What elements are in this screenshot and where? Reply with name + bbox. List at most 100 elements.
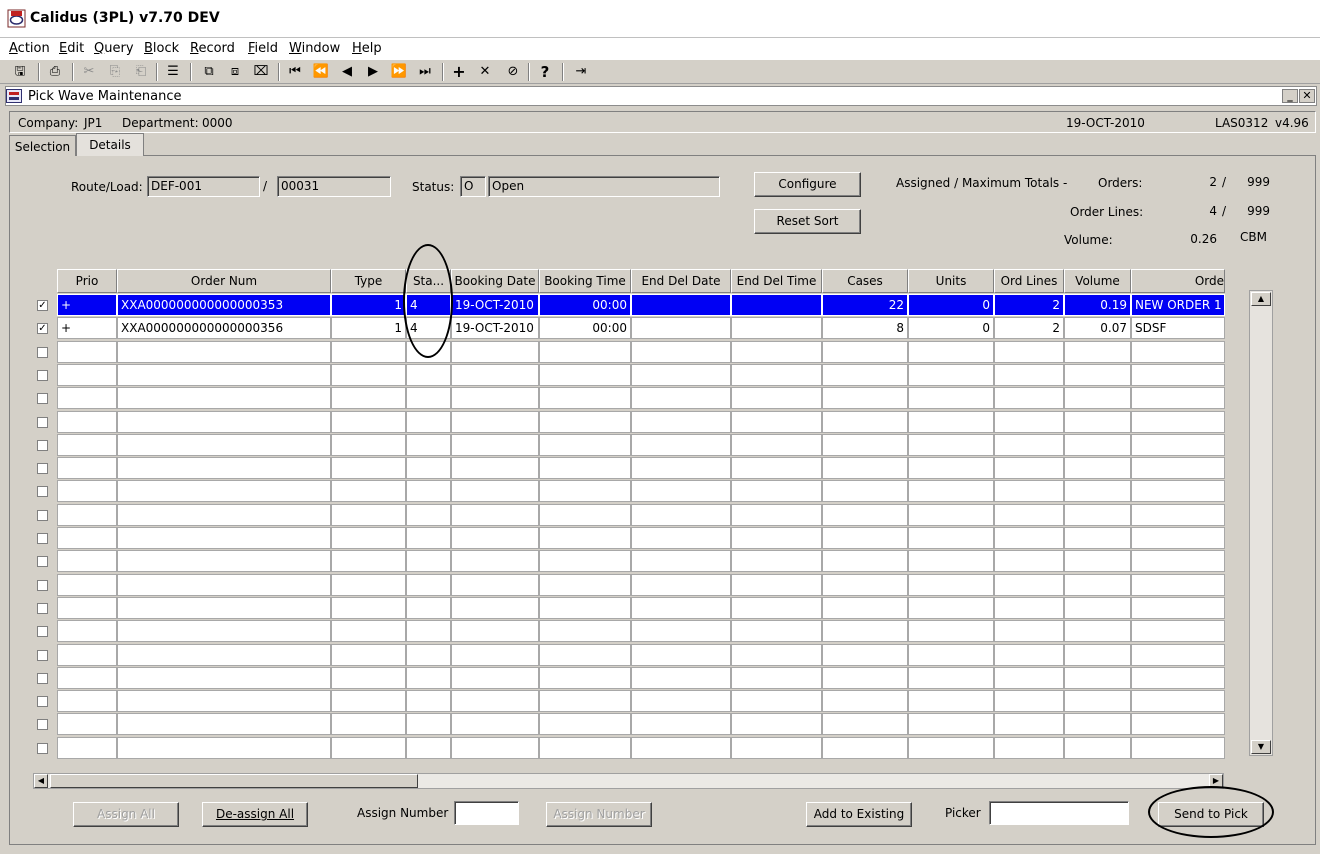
help-icon[interactable]: ? [536,63,554,81]
cell-end-del-time[interactable] [731,341,822,363]
cell-volume[interactable] [1064,341,1131,363]
row-select-checkbox[interactable] [37,626,48,637]
cell-end-del-date[interactable] [631,411,731,433]
cell-type[interactable] [331,341,406,363]
col-header-volume[interactable]: Volume [1064,269,1131,293]
cell-order-ref[interactable] [1131,480,1225,502]
row-select-checkbox[interactable] [37,417,48,428]
cell-prio[interactable] [57,667,117,689]
cell-cases[interactable] [822,504,908,526]
row-select-checkbox[interactable] [37,440,48,451]
copy-icon[interactable]: ⎘ [106,63,124,81]
cell-booking-date[interactable] [451,597,539,619]
cell-end-del-time[interactable] [731,480,822,502]
cell-end-del-date[interactable] [631,574,731,596]
cell-cases[interactable] [822,341,908,363]
cut-icon[interactable]: ✂ [80,63,98,81]
cell-units[interactable] [908,713,994,735]
cell-order-ref[interactable] [1131,364,1225,386]
cell-end-del-date[interactable] [631,527,731,549]
cell-units[interactable] [908,644,994,666]
cell-status[interactable] [406,620,451,642]
cell-order-num[interactable]: XXA000000000000000356 [117,317,331,339]
col-header-booking-time[interactable]: Booking Time [539,269,631,293]
cell-units[interactable] [908,597,994,619]
cell-booking-time[interactable] [539,411,631,433]
cell-status[interactable] [406,457,451,479]
cell-booking-date[interactable]: 19-OCT-2010 [451,294,539,316]
cell-end-del-time[interactable] [731,550,822,572]
cell-end-del-date[interactable] [631,737,731,759]
cell-end-del-time[interactable] [731,317,822,339]
cell-end-del-time[interactable] [731,504,822,526]
cell-prio[interactable] [57,527,117,549]
cell-status[interactable] [406,480,451,502]
col-header-order-num[interactable]: Order Num [117,269,331,293]
cell-ord-lines[interactable] [994,341,1064,363]
col-header-prio[interactable]: Prio [57,269,117,293]
cell-units[interactable] [908,457,994,479]
cell-order-ref[interactable] [1131,504,1225,526]
row-select-checkbox[interactable] [37,673,48,684]
cell-type[interactable] [331,364,406,386]
cell-volume[interactable] [1064,644,1131,666]
cell-booking-time[interactable] [539,504,631,526]
cell-end-del-time[interactable] [731,457,822,479]
cell-ord-lines[interactable] [994,620,1064,642]
cell-cases[interactable] [822,690,908,712]
cell-end-del-time[interactable] [731,667,822,689]
print-icon[interactable]: ⎙ [46,63,64,81]
cell-booking-date[interactable] [451,574,539,596]
cell-volume[interactable] [1064,387,1131,409]
scroll-down-icon[interactable]: ▼ [1251,740,1271,754]
cell-prio[interactable] [57,411,117,433]
cell-ord-lines[interactable] [994,737,1064,759]
cell-end-del-date[interactable] [631,341,731,363]
cell-order-ref[interactable] [1131,574,1225,596]
cell-order-ref[interactable] [1131,690,1225,712]
cell-cases[interactable] [822,737,908,759]
cell-cases[interactable] [822,620,908,642]
cell-status[interactable] [406,667,451,689]
col-header-end-del-date[interactable]: End Del Date [631,269,731,293]
cell-units[interactable] [908,527,994,549]
cell-order-num[interactable] [117,713,331,735]
cell-order-num[interactable] [117,364,331,386]
row-select-checkbox[interactable] [37,510,48,521]
cell-end-del-time[interactable] [731,690,822,712]
cell-end-del-date[interactable] [631,364,731,386]
cell-type[interactable] [331,457,406,479]
cell-volume[interactable] [1064,480,1131,502]
cell-units[interactable] [908,504,994,526]
row-select-checkbox[interactable] [37,486,48,497]
route-field[interactable]: DEF-001 [147,176,260,197]
cell-end-del-date[interactable] [631,434,731,456]
cell-end-del-date[interactable] [631,644,731,666]
cell-type[interactable]: 1 [331,317,406,339]
cell-status[interactable] [406,387,451,409]
cell-order-num[interactable] [117,341,331,363]
cell-ord-lines[interactable] [994,457,1064,479]
cell-end-del-time[interactable] [731,364,822,386]
minimize-icon[interactable]: _ [1282,89,1298,103]
cell-volume[interactable] [1064,737,1131,759]
cell-units[interactable] [908,387,994,409]
cell-order-num[interactable] [117,457,331,479]
cell-ord-lines[interactable]: 2 [994,294,1064,316]
cell-booking-date[interactable] [451,667,539,689]
cell-ord-lines[interactable] [994,690,1064,712]
deassign-all-button[interactable]: De-assign All [202,802,308,827]
cell-cases[interactable] [822,667,908,689]
row-select-checkbox[interactable]: ✓ [37,323,48,334]
cell-type[interactable] [331,597,406,619]
cell-ord-lines[interactable] [994,434,1064,456]
cell-volume[interactable] [1064,690,1131,712]
cell-cases[interactable] [822,364,908,386]
cell-booking-time[interactable] [539,737,631,759]
menu-window[interactable]: Window [289,41,340,56]
cell-booking-time[interactable] [539,644,631,666]
cell-units[interactable] [908,411,994,433]
cell-volume[interactable] [1064,574,1131,596]
cell-order-ref[interactable] [1131,387,1225,409]
cell-volume[interactable] [1064,620,1131,642]
